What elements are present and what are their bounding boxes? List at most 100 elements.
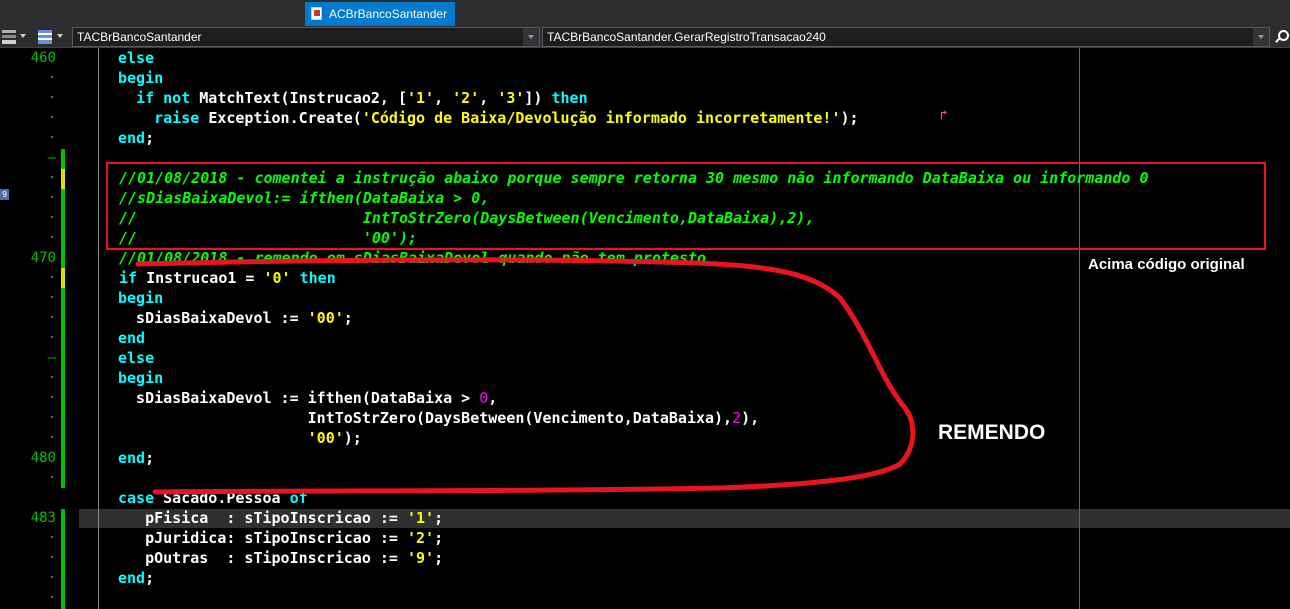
- code-line[interactable]: else: [118, 348, 154, 368]
- code-token: if not: [118, 89, 200, 107]
- code-token: 'Código de Baixa/Devolução informado inc…: [361, 109, 841, 127]
- line-dot: ·: [47, 370, 56, 386]
- code-token: MatchText(Instrucao2, [: [199, 89, 407, 107]
- code-line[interactable]: pJuridica: sTipoInscricao := '2';: [118, 528, 443, 548]
- code-line[interactable]: end: [118, 328, 145, 348]
- chevron-down-icon[interactable]: [523, 28, 539, 46]
- line-number-gutter: 460 · · · · – · · · · 470 · · · · – · · …: [0, 48, 58, 609]
- code-token: pOutras : sTipoInscricao :=: [118, 549, 407, 567]
- code-token: 2: [732, 409, 742, 427]
- code-token: ;: [434, 509, 444, 527]
- code-line[interactable]: raise Exception.Create('Código de Baixa/…: [118, 108, 859, 128]
- code-token: of: [289, 489, 308, 507]
- code-line[interactable]: pOutras : sTipoInscricao := '9';: [118, 548, 443, 568]
- block-guide: [98, 148, 99, 509]
- annotation-remendo: REMENDO: [938, 421, 1046, 444]
- line-dot: ·: [47, 310, 56, 326]
- bookmark-badge[interactable]: 9: [0, 189, 9, 200]
- line-dot: ·: [47, 230, 56, 246]
- chevron-down-icon[interactable]: [1253, 28, 1269, 46]
- line-dot: ·: [47, 290, 56, 306]
- pascal-file-icon: [311, 7, 322, 20]
- code-line[interactable]: begin: [118, 288, 163, 308]
- code-line[interactable]: end;: [118, 448, 154, 468]
- code-line[interactable]: begin: [118, 368, 163, 388]
- document-tab-bar: ACBrBancoSantander: [0, 0, 1290, 26]
- code-token: '1': [407, 89, 435, 107]
- code-line[interactable]: if Instrucao1 = '0' then: [119, 268, 336, 288]
- code-line[interactable]: '00');: [118, 428, 362, 448]
- original-code-box: [106, 162, 1266, 250]
- code-line[interactable]: pFisica : sTipoInscricao := '1';: [118, 508, 443, 528]
- code-line[interactable]: sDiasBaixaDevol := ifthen(DataBaixa > 0,: [118, 388, 497, 408]
- code-line[interactable]: end;: [118, 568, 154, 588]
- code-token: sDiasBaixaDevol :=: [118, 309, 308, 327]
- code-line[interactable]: else: [118, 48, 154, 68]
- stack-icon[interactable]: [2, 30, 16, 44]
- line-number: 483: [30, 510, 56, 526]
- code-token: begin: [118, 69, 164, 87]
- code-token: ;: [145, 129, 155, 147]
- return-arrow-icon: ↱: [940, 108, 948, 123]
- change-marker: [61, 169, 65, 189]
- change-marker: [61, 268, 65, 288]
- change-marker: [61, 149, 65, 169]
- line-dot: ·: [47, 570, 56, 586]
- code-line[interactable]: //01/08/2018 - remendo em sDiasBaixaDevo…: [119, 248, 706, 268]
- tab-acbrbancosantander[interactable]: ACBrBancoSantander: [305, 2, 455, 26]
- chevron-down-icon[interactable]: [20, 34, 26, 38]
- code-token: '0': [263, 269, 291, 287]
- change-marker: [61, 189, 65, 268]
- code-token: IntToStrZero(DaysBetween(Vencimento,Data…: [118, 409, 733, 427]
- change-marker: [61, 288, 65, 488]
- line-dot: ·: [47, 470, 56, 486]
- code-token: );: [840, 109, 859, 127]
- line-dot: ·: [47, 270, 56, 286]
- code-line[interactable]: sDiasBaixaDevol := '00';: [118, 308, 353, 328]
- code-token: '9': [406, 549, 435, 567]
- code-token: 0: [479, 389, 489, 407]
- search-icon[interactable]: [1273, 29, 1289, 45]
- code-line[interactable]: if not MatchText(Instrucao2, ['1', '2', …: [118, 88, 588, 108]
- code-token: ,: [479, 89, 498, 107]
- code-line[interactable]: IntToStrZero(DaysBetween(Vencimento,Data…: [118, 408, 760, 428]
- code-token: '00': [118, 429, 344, 447]
- code-line[interactable]: begin: [118, 68, 163, 88]
- line-dot: ·: [47, 70, 56, 86]
- code-token: ;: [343, 309, 353, 327]
- code-token: end: [118, 129, 146, 147]
- code-token: );: [343, 429, 362, 447]
- method-dropdown[interactable]: TACBrBancoSantander.GerarRegistroTransac…: [542, 27, 1270, 47]
- line-number: 480: [30, 450, 56, 466]
- code-token: Sacado.Pessoa: [163, 489, 290, 507]
- code-token: end: [118, 449, 146, 467]
- line-dot: ·: [47, 90, 56, 106]
- code-editor[interactable]: 460 · · · · – · · · · 470 · · · · – · · …: [0, 48, 1290, 609]
- line-dot: ·: [47, 530, 56, 546]
- chevron-down-icon[interactable]: [57, 34, 63, 38]
- code-token: sDiasBaixaDevol := ifthen(DataBaixa >: [118, 389, 480, 407]
- code-token: ;: [434, 529, 444, 547]
- code-line[interactable]: end;: [118, 128, 154, 148]
- block-guide: [98, 48, 99, 148]
- class-dropdown-value: TACBrBancoSantander: [77, 30, 202, 44]
- line-dot: ·: [47, 390, 56, 406]
- editor-toolbar: TACBrBancoSantander TACBrBancoSantander.…: [0, 26, 1290, 48]
- line-dot: ·: [47, 330, 56, 346]
- line-dash: –: [47, 350, 56, 366]
- code-token: ,: [434, 89, 453, 107]
- class-dropdown[interactable]: TACBrBancoSantander: [72, 27, 540, 47]
- line-dash: –: [47, 150, 56, 166]
- code-token: '00': [307, 309, 344, 327]
- code-token: ),: [741, 409, 760, 427]
- list-icon[interactable]: [38, 30, 52, 44]
- code-token: begin: [118, 369, 164, 387]
- code-token: else: [118, 349, 155, 367]
- line-dot: ·: [47, 130, 56, 146]
- code-token: '2': [406, 529, 435, 547]
- code-token: '2': [452, 89, 480, 107]
- code-token: '1': [406, 509, 435, 527]
- code-token: end: [118, 329, 146, 347]
- line-dot: ·: [47, 110, 56, 126]
- code-line[interactable]: case Sacado.Pessoa of: [118, 488, 308, 508]
